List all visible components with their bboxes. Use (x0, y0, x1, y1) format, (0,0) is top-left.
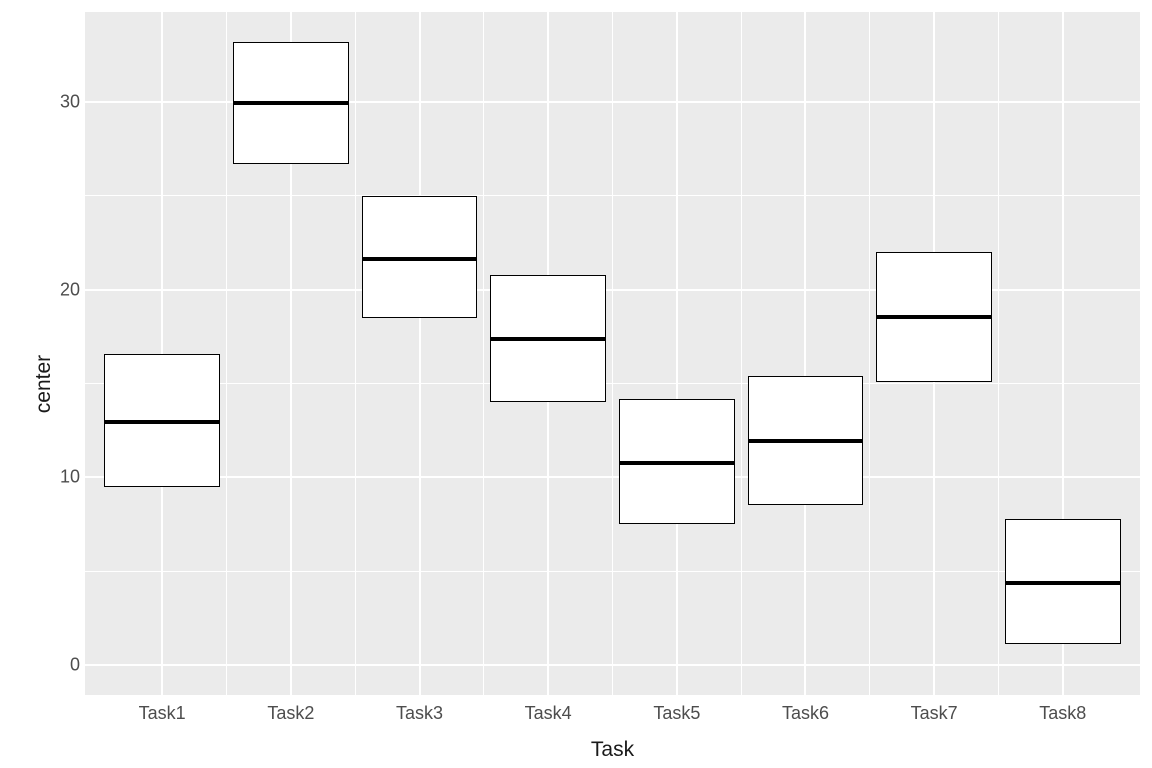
grid-line-v (226, 12, 227, 695)
x-tick-label: Task4 (525, 703, 572, 724)
x-tick-label: Task5 (653, 703, 700, 724)
grid-line-v (804, 12, 806, 695)
crossbar-median (1006, 581, 1120, 585)
crossbar (876, 252, 992, 381)
grid-line-v (419, 12, 421, 695)
x-tick-label: Task8 (1039, 703, 1086, 724)
crossbar-median (105, 420, 219, 424)
x-tick-label: Task2 (267, 703, 314, 724)
crossbar-median (363, 257, 477, 261)
grid-line-v (998, 12, 999, 695)
x-tick-label: Task1 (139, 703, 186, 724)
chart-container: center 0 10 20 30 Task1 Task2 Task3 Task… (0, 0, 1152, 768)
plot-panel (85, 12, 1140, 695)
crossbar (748, 376, 864, 505)
crossbar (104, 354, 220, 487)
crossbar (619, 399, 735, 525)
crossbar-median (491, 337, 605, 341)
y-tick-label: 0 (70, 654, 80, 675)
grid-line-v (483, 12, 484, 695)
y-tick-label: 20 (60, 279, 80, 300)
y-tick-label: 10 (60, 467, 80, 488)
x-axis-title: Task (85, 738, 1140, 762)
grid-line-v (612, 12, 613, 695)
crossbar-median (234, 101, 348, 105)
grid-line-v (676, 12, 678, 695)
y-axis-title: center (32, 355, 56, 413)
crossbar (233, 42, 349, 164)
grid-line-v (355, 12, 356, 695)
crossbar (490, 275, 606, 403)
crossbar (362, 196, 478, 318)
x-tick-label: Task6 (782, 703, 829, 724)
crossbar (1005, 519, 1121, 645)
x-tick-label: Task3 (396, 703, 443, 724)
crossbar-median (749, 439, 863, 443)
y-tick-label: 30 (60, 92, 80, 113)
crossbar-median (620, 461, 734, 465)
x-tick-label: Task7 (911, 703, 958, 724)
crossbar-median (877, 315, 991, 319)
grid-line-v (869, 12, 870, 695)
grid-line-v (741, 12, 742, 695)
